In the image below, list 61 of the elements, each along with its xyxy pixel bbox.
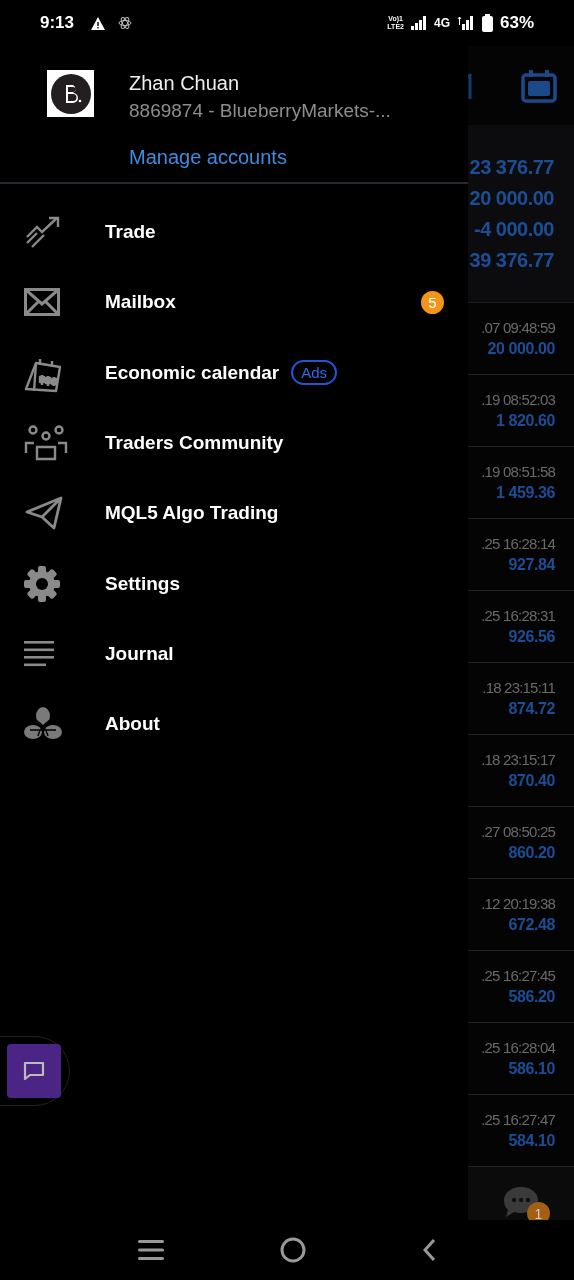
deal-time: .18 23:15:17 xyxy=(481,751,555,768)
deal-time: .19 08:52:03 xyxy=(481,391,555,408)
atom-icon xyxy=(118,15,133,31)
summary-value: 23 376.77 xyxy=(469,155,554,179)
summary-value: 39 376.77 xyxy=(469,248,554,272)
menu-item[interactable]: Mailbox 5 xyxy=(0,267,468,338)
deal-amount: 860.20 xyxy=(508,844,555,862)
deal-time: .25 16:28:04 xyxy=(481,1039,555,1056)
calendar-icon xyxy=(521,68,557,103)
signal-icon xyxy=(410,16,427,30)
menu-item[interactable]: Settings xyxy=(0,548,468,619)
deal-amount: 927.84 xyxy=(508,556,555,574)
summary-value: -4 000.00 xyxy=(474,217,554,241)
back-icon[interactable] xyxy=(422,1238,436,1262)
deal-time: .25 16:28:14 xyxy=(481,535,555,552)
deal-time: .25 16:27:47 xyxy=(481,1111,555,1128)
count-badge: 5 xyxy=(421,290,444,314)
deal-amount: 586.10 xyxy=(508,1060,555,1078)
menu-item[interactable]: Journal xyxy=(0,618,468,690)
network-type: 4G xyxy=(433,16,450,30)
deal-amount: 1 820.60 xyxy=(495,412,555,430)
settings-icon xyxy=(24,565,60,602)
deal-time: .27 08:50:25 xyxy=(481,823,555,840)
deal-time: .07 09:48:59 xyxy=(481,319,555,336)
home-icon[interactable] xyxy=(280,1237,306,1263)
menu-item[interactable]: About xyxy=(0,689,468,760)
deal-amount: 672.48 xyxy=(508,916,555,934)
recent-apps-icon[interactable] xyxy=(138,1240,164,1260)
deal-amount: 586.20 xyxy=(508,988,555,1006)
deal-amount: 874.72 xyxy=(508,700,555,718)
deal-amount: 20 000.00 xyxy=(487,340,555,358)
count-badge: 1 xyxy=(527,1202,550,1220)
deal-time: .18 23:15:11 xyxy=(482,679,555,696)
paper-plane-icon xyxy=(24,495,64,532)
trend-arrow-icon xyxy=(24,215,62,250)
signal-icon xyxy=(456,16,475,30)
menu-item[interactable]: Trade xyxy=(0,197,468,268)
envelope-icon xyxy=(24,288,60,317)
menu-item[interactable]: MQL5 Algo Trading xyxy=(0,478,468,549)
account-name: Zhan Chuan xyxy=(129,71,240,96)
menu-item[interactable]: Traders Community xyxy=(0,407,468,479)
deal-amount: 926.56 xyxy=(508,628,555,646)
deal-time: .25 16:28:31 xyxy=(481,607,555,624)
people-group-icon xyxy=(24,425,68,462)
account-details: 8869874 - BlueberryMarkets-... xyxy=(129,99,391,123)
manage-accounts-link[interactable]: Manage accounts xyxy=(129,146,287,169)
warning-icon xyxy=(91,16,106,30)
deal-time: .25 16:27:45 xyxy=(481,967,555,984)
lines-icon xyxy=(24,640,54,667)
ads-tag: Ads xyxy=(291,360,338,386)
deal-time: .19 08:51:58 xyxy=(481,463,555,480)
battery-icon xyxy=(481,14,493,32)
status-time: 9:13 xyxy=(40,13,75,33)
deal-amount: 1 459.36 xyxy=(495,484,555,502)
deal-time: .12 20:19:38 xyxy=(481,895,555,912)
deal-amount: 870.40 xyxy=(508,772,555,790)
deal-amount: 584.10 xyxy=(508,1132,555,1150)
broker-logo xyxy=(47,70,94,117)
menu-item[interactable]: Economic calendar Ads xyxy=(0,337,468,408)
battery-level: 63% xyxy=(499,13,534,33)
summary-value: 20 000.00 xyxy=(469,186,554,210)
